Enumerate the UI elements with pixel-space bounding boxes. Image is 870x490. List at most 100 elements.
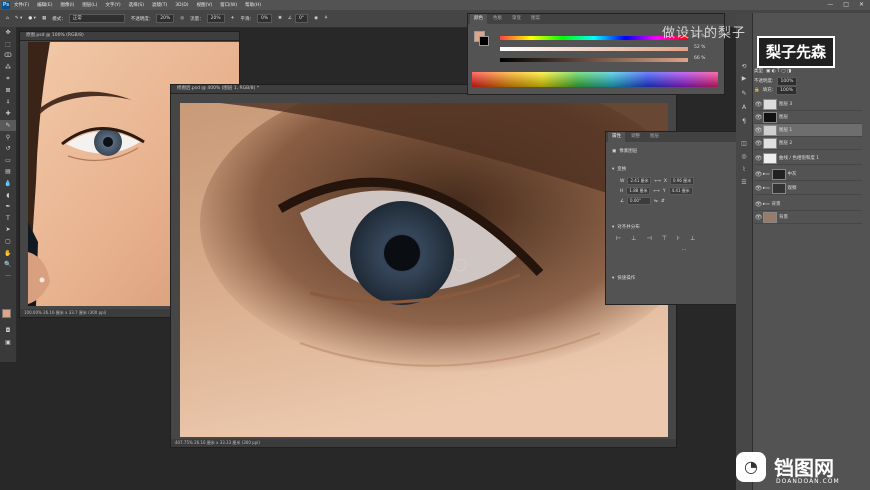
layer-name[interactable]: 观察	[788, 185, 797, 191]
tab-patterns[interactable]: 图案	[527, 14, 544, 24]
dodge-tool-icon[interactable]: ◖	[0, 189, 16, 201]
brush-settings-icon[interactable]: ▦	[42, 16, 46, 21]
tab-swatches[interactable]: 色板	[489, 14, 506, 24]
flip-vertical-icon[interactable]: ⇵	[661, 199, 665, 204]
screen-mode-icon[interactable]: ▣	[0, 337, 16, 349]
symmetry-icon[interactable]: ⚘	[324, 16, 328, 21]
properties-panel-icon[interactable]: ☰	[739, 179, 749, 187]
pressure-opacity-icon[interactable]: ◎	[180, 16, 184, 21]
layer-row[interactable]: 👁 图层 2	[754, 137, 862, 150]
smooth-field[interactable]: 0%	[256, 14, 273, 23]
menu-file[interactable]: 文件(F)	[14, 2, 29, 8]
maximize-button[interactable]: □	[843, 1, 849, 8]
frame-tool-icon[interactable]: ⊠	[0, 85, 16, 97]
menu-help[interactable]: 帮助(H)	[245, 2, 261, 8]
menu-layer[interactable]: 图层(L)	[82, 2, 97, 8]
tab-color[interactable]: 颜色	[470, 14, 487, 24]
layer-name[interactable]: 图层 3	[779, 101, 792, 107]
eye-icon[interactable]: 👁	[754, 114, 763, 121]
history-brush-tool-icon[interactable]: ↺	[0, 143, 16, 155]
flow-field[interactable]: 20%	[206, 14, 225, 23]
healing-brush-tool-icon[interactable]: ✚	[0, 108, 16, 120]
history-panel-icon[interactable]: ⟲	[739, 63, 749, 71]
lasso-tool-icon[interactable]: ↀ	[0, 50, 16, 62]
layer-row[interactable]: 👁 图层 3	[754, 98, 862, 111]
eye-icon[interactable]: 👁	[754, 185, 763, 192]
eyedropper-tool-icon[interactable]: ⍋	[0, 97, 16, 109]
layer-name[interactable]: 图层 2	[779, 140, 792, 146]
menu-select[interactable]: 选择(S)	[129, 2, 144, 8]
document-tab-original[interactable]: 原图.psd @ 100% (RGB/8)	[20, 32, 239, 41]
align-vcenter-icon[interactable]: ⊦	[677, 235, 680, 242]
layers-opacity-field[interactable]: 100%	[776, 76, 798, 86]
chevron-down-icon[interactable]: ▾	[612, 225, 614, 230]
menu-window[interactable]: 窗口(W)	[220, 2, 237, 8]
chevron-down-icon[interactable]: ▾	[612, 167, 614, 172]
layer-group-row[interactable]: 👁 ▸▭ 中灰	[754, 168, 862, 181]
menu-3d[interactable]: 3D(D)	[175, 3, 188, 8]
blur-tool-icon[interactable]: 💧	[0, 178, 16, 190]
layer-name[interactable]: 中灰	[788, 171, 797, 177]
layer-name[interactable]: 图层 1	[779, 127, 792, 133]
layer-row[interactable]: 👁 图层	[754, 111, 862, 124]
brightness-value[interactable]: 66	[694, 56, 700, 61]
color-spectrum-ramp[interactable]	[472, 72, 718, 87]
marquee-tool-icon[interactable]: ⬚	[0, 39, 16, 51]
tab-layers-mini[interactable]: 图层	[646, 132, 663, 142]
eye-icon[interactable]: 👁	[754, 101, 763, 108]
align-bottom-icon[interactable]: ⊥	[690, 235, 695, 242]
menu-type[interactable]: 文字(Y)	[105, 2, 120, 8]
tab-gradients[interactable]: 渐变	[508, 14, 525, 24]
home-icon[interactable]: ⌂	[6, 16, 9, 21]
width-field[interactable]: 2.41 厘米	[627, 177, 652, 185]
gradient-tool-icon[interactable]: ▤	[0, 166, 16, 178]
layer-row[interactable]: 👁 曲线 / 色相饱和度 1	[754, 152, 862, 165]
brightness-slider[interactable]	[500, 58, 688, 62]
eye-icon[interactable]: 👁	[754, 155, 763, 162]
y-field[interactable]: 4.41 厘米	[668, 187, 693, 195]
menu-view[interactable]: 视图(V)	[197, 2, 213, 8]
channels-panel-icon[interactable]: ◎	[739, 153, 749, 161]
menu-edit[interactable]: 编辑(E)	[37, 2, 52, 8]
character-panel-icon[interactable]: A	[739, 104, 749, 112]
angle-field[interactable]: 0.00°	[627, 197, 652, 205]
pressure-size-icon[interactable]: ◉	[314, 16, 318, 21]
quick-mask-icon[interactable]: ◘	[0, 325, 16, 337]
path-selection-tool-icon[interactable]: ➤	[0, 224, 16, 236]
mode-select[interactable]: 正常	[68, 14, 125, 23]
x-field[interactable]: 0.96 厘米	[670, 177, 694, 185]
brush-tool-icon[interactable]: ✎ ▾	[15, 16, 22, 21]
minimize-button[interactable]: —	[827, 1, 833, 8]
paragraph-panel-icon[interactable]: ¶	[739, 118, 749, 126]
layer-row-selected[interactable]: 👁 图层 1	[754, 124, 862, 137]
filter-icons[interactable]: ▣ ◐ T ▢ ◨	[766, 69, 791, 74]
eraser-tool-icon[interactable]: ▭	[0, 155, 16, 167]
hue-slider[interactable]	[500, 36, 688, 40]
brush-preset-picker[interactable]: ● ▾	[28, 16, 36, 21]
type-tool-icon[interactable]: T	[0, 213, 16, 225]
eye-icon[interactable]: 👁	[754, 201, 763, 208]
shape-tool-icon[interactable]: ▢	[0, 236, 16, 248]
brush-settings-panel-icon[interactable]: ✎	[739, 90, 749, 98]
layer-group-row[interactable]: 👁 ▸▭ 背景	[754, 198, 862, 211]
flip-horizontal-icon[interactable]: ⇋	[654, 199, 658, 204]
opacity-field[interactable]: 20%	[156, 14, 175, 23]
menu-image[interactable]: 图像(I)	[60, 2, 74, 8]
align-left-icon[interactable]: ⊢	[616, 235, 621, 242]
align-right-icon[interactable]: ⊣	[646, 235, 651, 242]
more-options-icon[interactable]: ···	[682, 248, 686, 253]
align-hcenter-icon[interactable]: ⊥	[631, 235, 636, 242]
align-top-icon[interactable]: ⊤	[662, 235, 667, 242]
move-tool-icon[interactable]: ✥	[0, 27, 16, 39]
hand-tool-icon[interactable]: ✋	[0, 247, 16, 259]
airbrush-icon[interactable]: ✈	[231, 16, 235, 21]
eye-icon[interactable]: 👁	[754, 214, 763, 221]
saturation-value[interactable]: 52	[694, 45, 700, 50]
layer-name[interactable]: 图层	[779, 114, 788, 120]
document-window-retouched[interactable]: 修图后.psd @ 400% (图层 1, RGB/8) * 407.75% 2…	[170, 84, 677, 448]
chevron-down-icon[interactable]: ▾	[612, 276, 614, 281]
color-bg-chip[interactable]	[479, 36, 489, 46]
paths-panel-icon[interactable]: ⌇	[739, 166, 749, 174]
layers-panel-icon[interactable]: ◫	[739, 140, 749, 148]
layers-fill-field[interactable]: 100%	[776, 85, 798, 95]
